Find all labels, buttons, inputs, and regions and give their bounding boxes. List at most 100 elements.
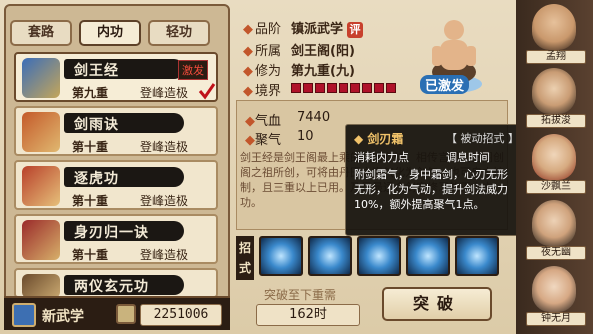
move-icon[interactable] xyxy=(406,236,450,276)
skill-scroll-icon xyxy=(22,220,60,260)
tab-routines[interactable]: 套路 xyxy=(10,20,72,46)
move-icon[interactable] xyxy=(357,236,401,276)
info-owner: ◆ 所属 剑王阁(阳) xyxy=(243,40,355,59)
skill-name: 两仪玄元功 xyxy=(74,279,149,295)
skill-name: 逐虎功 xyxy=(74,171,119,187)
info-value: 镇派武学 xyxy=(291,22,344,37)
avatar xyxy=(532,266,576,312)
avatar xyxy=(532,4,576,50)
skill-category-tabs: 套路 内功 轻功 xyxy=(10,20,210,46)
party-member[interactable]: 夜无幽 xyxy=(520,198,590,262)
realm-segment xyxy=(338,83,349,93)
info-realm: ◆ 境界 xyxy=(243,80,282,99)
info-value: 第九重(九) xyxy=(291,64,355,79)
skill-level: 第十重 xyxy=(72,140,109,154)
info-label: 境界 xyxy=(255,84,282,99)
diamond-icon: ◆ xyxy=(243,64,253,79)
realm-segment xyxy=(291,83,301,93)
party-member[interactable]: 沙飘兰 xyxy=(520,132,590,196)
tooltip-title: ◆ 剑刃霜 xyxy=(354,132,404,146)
stat-focus: ◆聚气 10 xyxy=(245,129,314,148)
skill-name: 剑王经 xyxy=(74,63,119,79)
info-label: 所属 xyxy=(255,44,282,59)
move-icon[interactable] xyxy=(308,236,352,276)
realm-segment xyxy=(374,83,385,93)
tooltip-type: 【 被动招式 】 xyxy=(446,132,519,145)
move-icon[interactable] xyxy=(259,236,303,276)
avatar xyxy=(532,134,576,180)
realm-segment xyxy=(362,83,373,93)
skill-item[interactable]: 剑雨诀 第十重 登峰造极 xyxy=(14,106,218,156)
realm-segment xyxy=(350,83,361,93)
avatar xyxy=(532,200,576,246)
requirement-value: 162时 xyxy=(256,304,360,326)
activated-badge: 激发 xyxy=(178,60,208,80)
tooltip-cooldown-label: 调息时间 xyxy=(446,151,490,164)
diamond-icon: ◆ xyxy=(245,133,255,148)
party-member[interactable]: 拓拔浚 xyxy=(520,66,590,130)
info-cultivation: ◆ 修为 第九重(九) xyxy=(243,60,355,79)
check-icon xyxy=(198,83,216,100)
info-label: 品阶 xyxy=(255,22,282,37)
rating-button[interactable]: 评 xyxy=(347,22,364,38)
realm-segment xyxy=(314,83,325,93)
tooltip-cost-label: 消耗内力点 xyxy=(354,151,409,164)
skill-item[interactable]: 逐虎功 第十重 登峰造极 xyxy=(14,160,218,210)
move-icons xyxy=(259,236,499,276)
scroll-currency-icon xyxy=(116,304,136,324)
moves-label: 招式 xyxy=(236,236,254,280)
avatar xyxy=(532,68,576,114)
skill-name: 身刃归一诀 xyxy=(74,225,149,241)
member-name: 夜无幽 xyxy=(526,246,586,260)
skill-name: 剑雨诀 xyxy=(74,117,119,133)
skill-level: 第十重 xyxy=(72,194,109,208)
break-through-button[interactable]: 突破 xyxy=(382,287,492,321)
info-value: 剑王阁(阳) xyxy=(291,44,355,59)
member-name: 拓拔浚 xyxy=(526,114,586,128)
stat-value: 7440 xyxy=(297,110,331,125)
skill-scroll-icon xyxy=(22,274,60,298)
party-member[interactable]: 钟无月 xyxy=(520,264,590,328)
skill-item[interactable]: 剑王经 激发 第九重 登峰造极 xyxy=(14,52,218,102)
skill-grade: 登峰造极 xyxy=(140,248,189,262)
skill-item[interactable]: 身刃归一诀 第十重 登峰造极 xyxy=(14,214,218,264)
skill-level: 第十重 xyxy=(72,248,109,262)
skill-scroll-icon xyxy=(22,166,60,206)
diamond-icon: ◆ xyxy=(243,22,253,37)
member-name: 孟翔 xyxy=(526,50,586,64)
tooltip-body: 附剑霜气，身中霜剑，心刃无形无形，化为气动，提升剑法威力10%，额外提高聚气1点… xyxy=(354,168,508,211)
skill-list: 剑王经 激发 第九重 登峰造极 剑雨诀 第十重 登峰造极 逐虎功 第十重 登峰造… xyxy=(14,52,218,302)
diamond-icon: ◆ xyxy=(245,114,255,129)
currency-value: 2251006 xyxy=(140,304,222,326)
info-grade: ◆ 品阶 镇派武学评 xyxy=(243,18,364,38)
stat-label: 聚气 xyxy=(255,133,282,148)
stat-value: 10 xyxy=(297,129,314,144)
skill-scroll-icon xyxy=(22,58,60,98)
skill-item[interactable]: 两仪玄元功 xyxy=(14,268,218,298)
move-icon[interactable] xyxy=(455,236,499,276)
member-name: 沙飘兰 xyxy=(526,180,586,194)
game-screen: 套路 内功 轻功 剑王经 激发 第九重 登峰造极 剑雨诀 第十重 登峰造极 逐虎… xyxy=(0,0,593,334)
diamond-icon: ◆ xyxy=(243,84,253,99)
requirement-label: 突破至下重需 xyxy=(264,288,337,302)
member-name: 钟无月 xyxy=(526,312,586,326)
tab-lightness[interactable]: 轻功 xyxy=(148,20,210,46)
skill-scroll-icon xyxy=(22,112,60,152)
bottom-bar: 新武学 2251006 xyxy=(4,296,230,330)
skill-grade: 登峰造极 xyxy=(140,140,189,154)
skill-grade: 登峰造极 xyxy=(140,194,189,208)
realm-progress-bar xyxy=(291,83,397,93)
new-skill-button[interactable]: 新武学 xyxy=(42,306,84,326)
stat-hp: ◆气血 7440 xyxy=(245,110,330,129)
activated-label: 已激发 xyxy=(420,75,470,94)
diamond-icon: ◆ xyxy=(243,44,253,59)
info-label: 修为 xyxy=(255,64,282,79)
move-tooltip: ◆ 剑刃霜 【 被动招式 】 消耗内力点 调息时间 附剑霜气，身中霜剑，心刃无形… xyxy=(345,124,523,236)
tab-internal[interactable]: 内功 xyxy=(79,20,141,46)
party-member[interactable]: 孟翔 xyxy=(520,2,590,66)
stat-label: 气血 xyxy=(255,114,282,129)
party-roster: 孟翔 拓拔浚 沙飘兰 夜无幽 钟无月 xyxy=(516,0,593,334)
book-icon[interactable] xyxy=(12,303,36,327)
realm-segment xyxy=(302,83,313,93)
realm-segment xyxy=(386,83,397,93)
